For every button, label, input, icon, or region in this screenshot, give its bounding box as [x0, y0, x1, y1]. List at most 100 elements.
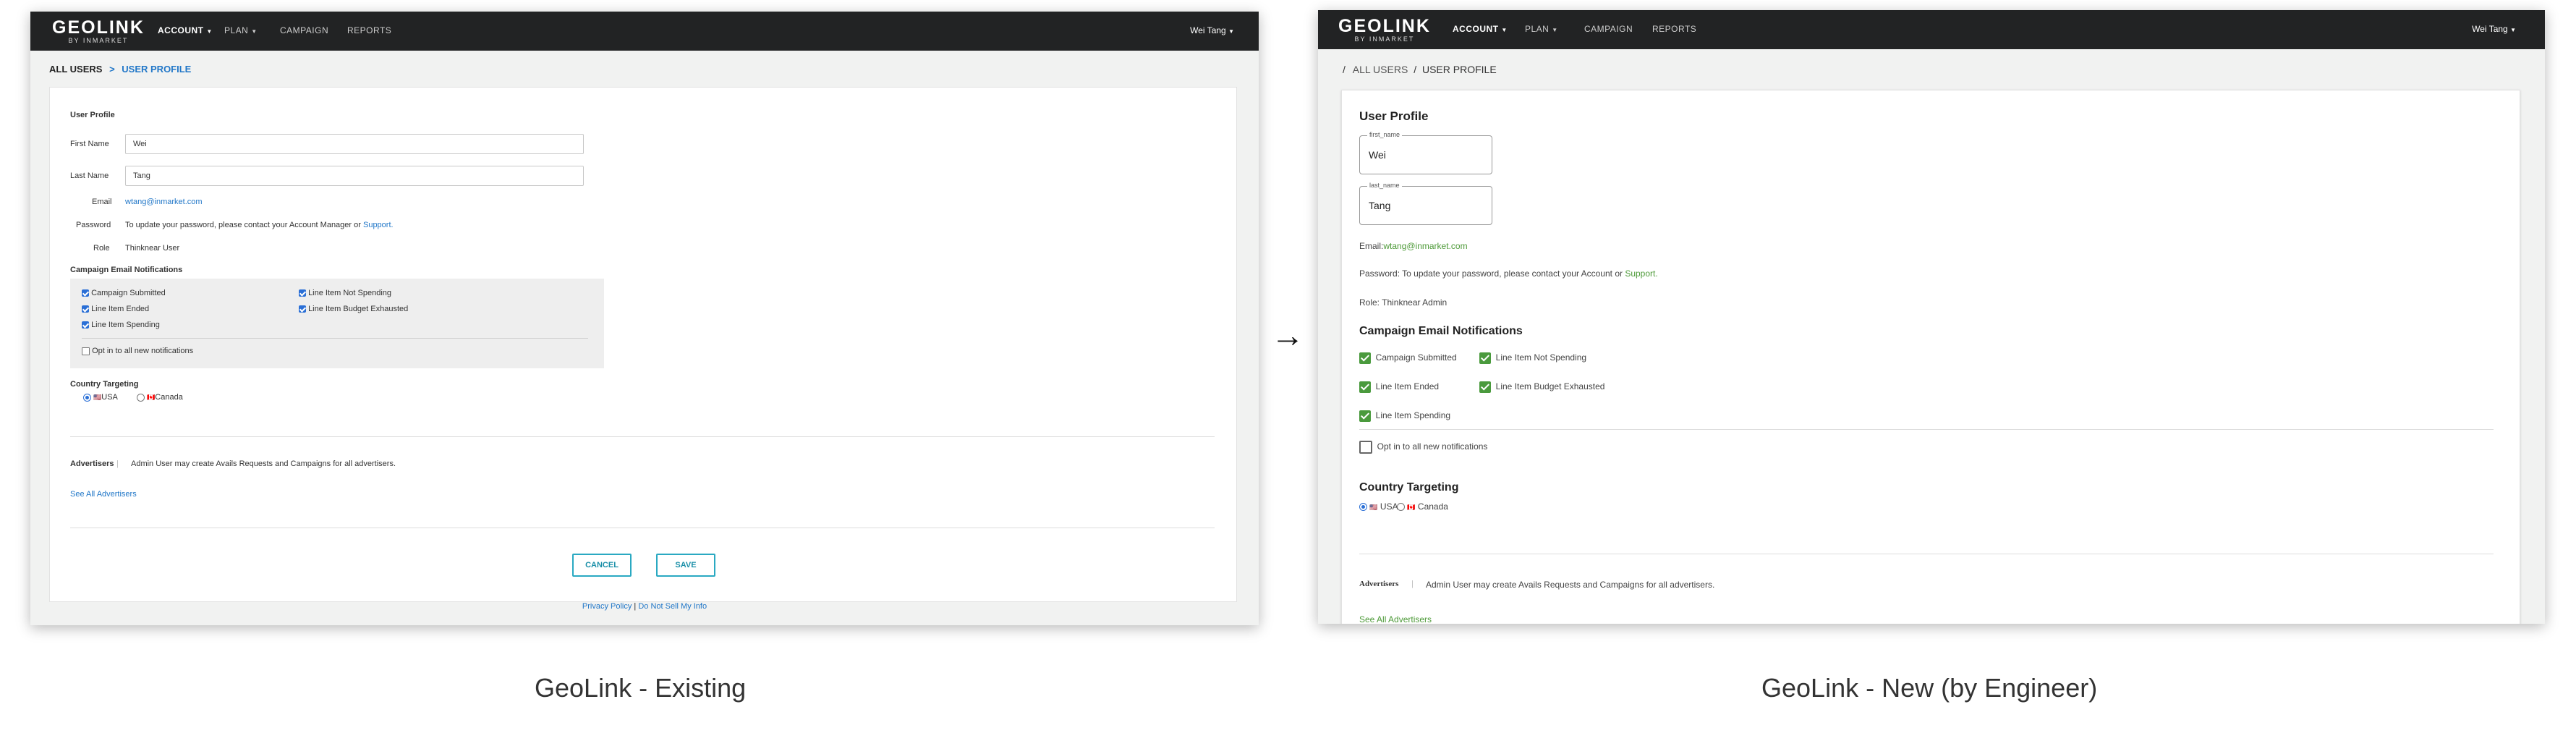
advertisers-label: Advertisers: [70, 460, 114, 468]
notif-opt-in[interactable]: Opt in to all new notifications: [82, 347, 193, 355]
password-label: Password: [76, 221, 111, 229]
nav-reports[interactable]: REPORTS: [347, 25, 391, 35]
notif-line-item-spending[interactable]: Line Item Spending: [82, 321, 160, 329]
us-flag-icon: 🇺🇸: [93, 394, 102, 401]
notif-line-item-ended[interactable]: Line Item Ended: [1359, 381, 1439, 393]
support-link[interactable]: Support.: [363, 221, 394, 229]
notif-line-item-spending[interactable]: Line Item Spending: [1359, 410, 1450, 422]
geolink-logo[interactable]: GEOLINK BY INMARKET: [52, 17, 145, 44]
email-row: Email:wtang@inmarket.com: [1359, 241, 1468, 251]
first-name-value[interactable]: Wei: [1369, 149, 1386, 161]
divider: [1359, 429, 2494, 430]
breadcrumb-separator: /: [1414, 64, 1417, 75]
country-canada-option[interactable]: 🇨🇦Canada: [137, 393, 183, 402]
existing-screenshot: GEOLINK BY INMARKET ACCOUNT ▼ PLAN ▼ CAM…: [30, 12, 1259, 625]
top-nav: GEOLINK BY INMARKET ACCOUNT ▼ PLAN ▼ CAM…: [1318, 10, 2545, 49]
last-name-value[interactable]: Tang: [1369, 200, 1390, 211]
checkbox-checked-icon[interactable]: [82, 305, 89, 313]
checkbox-checked-icon[interactable]: [1359, 410, 1371, 422]
notif-line-item-not-spending[interactable]: Line Item Not Spending: [299, 289, 391, 297]
first-name-field[interactable]: first_name Wei: [1359, 131, 1492, 174]
checkbox-checked-icon[interactable]: [1359, 381, 1371, 393]
advertisers-text: Admin User may create Avails Requests an…: [1426, 580, 1715, 590]
email-label: Email:: [1359, 241, 1384, 251]
breadcrumb-separator: /: [1343, 64, 1346, 75]
role-label: Role: [93, 244, 110, 253]
notif-line-item-budget-exhausted[interactable]: Line Item Budget Exhausted: [299, 305, 408, 313]
save-button[interactable]: SAVE: [656, 554, 715, 577]
user-menu[interactable]: Wei Tang ▼: [1190, 25, 1234, 35]
first-name-input[interactable]: Wei: [125, 134, 584, 154]
canada-flag-icon: 🇨🇦: [147, 394, 156, 401]
notif-campaign-submitted[interactable]: Campaign Submitted: [1359, 352, 1457, 364]
radio-unselected-icon[interactable]: [137, 393, 145, 402]
advertisers-text: Admin User may create Avails Requests an…: [131, 460, 396, 468]
do-not-sell-link[interactable]: Do Not Sell My Info: [638, 602, 707, 611]
nav-campaign[interactable]: CAMPAIGN: [280, 25, 328, 35]
caption-new: GeoLink - New (by Engineer): [1761, 673, 2098, 703]
country-canada-option[interactable]: 🇨🇦 Canada: [1397, 501, 1448, 512]
see-all-advertisers-link[interactable]: See All Advertisers: [1359, 614, 1432, 624]
footer: Privacy Policy | Do Not Sell My Info: [30, 602, 1259, 611]
first-name-label: first_name: [1367, 131, 1403, 138]
checkbox-checked-icon[interactable]: [299, 289, 306, 297]
nav-account[interactable]: ACCOUNT ▼: [1453, 24, 1508, 34]
notifications-title: Campaign Email Notifications: [70, 266, 183, 274]
checkbox-checked-icon[interactable]: [299, 305, 306, 313]
user-menu[interactable]: Wei Tang ▼: [2472, 24, 2516, 34]
email-value[interactable]: wtang@inmarket.com: [125, 198, 203, 206]
checkbox-unchecked-icon[interactable]: [82, 347, 90, 355]
profile-panel: User Profile first_name Wei last_name Ta…: [1341, 90, 2520, 624]
password-text: To update your password, please contact …: [125, 221, 394, 229]
canada-flag-icon: 🇨🇦: [1407, 504, 1416, 511]
advertisers-separator: |: [116, 460, 119, 468]
radio-selected-icon[interactable]: [1359, 503, 1367, 512]
advertisers-separator: |: [1411, 580, 1414, 588]
nav-reports[interactable]: REPORTS: [1652, 24, 1696, 34]
email-value[interactable]: wtang@inmarket.com: [1383, 241, 1467, 251]
breadcrumb-all-users[interactable]: ALL USERS: [49, 64, 102, 75]
caption-existing: GeoLink - Existing: [535, 673, 747, 703]
checkbox-unchecked-icon[interactable]: [1359, 441, 1372, 454]
country-usa-option[interactable]: 🇺🇸 USA: [1359, 501, 1398, 512]
see-all-advertisers-link[interactable]: See All Advertisers: [70, 490, 137, 499]
geolink-logo[interactable]: GEOLINK BY INMARKET: [1338, 16, 1431, 43]
checkbox-checked-icon[interactable]: [1479, 352, 1491, 364]
breadcrumb-separator: >: [109, 64, 115, 75]
breadcrumb: ALL USERS > USER PROFILE: [49, 64, 191, 75]
nav-plan[interactable]: PLAN ▼: [1525, 24, 1558, 34]
top-nav: GEOLINK BY INMARKET ACCOUNT ▼ PLAN ▼ CAM…: [30, 12, 1259, 51]
nav-plan[interactable]: PLAN ▼: [224, 25, 258, 35]
checkbox-checked-icon[interactable]: [1359, 352, 1371, 364]
notif-opt-in[interactable]: Opt in to all new notifications: [1359, 441, 1487, 454]
divider: [82, 338, 588, 339]
country-usa-option[interactable]: 🇺🇸USA: [83, 393, 118, 402]
checkbox-checked-icon[interactable]: [82, 321, 89, 329]
advertisers-label: Advertisers: [1359, 580, 1399, 588]
section-title: User Profile: [1359, 109, 1429, 123]
radio-selected-icon[interactable]: [83, 393, 91, 402]
divider: [70, 436, 1215, 437]
role-value: Thinknear User: [125, 244, 180, 253]
country-targeting-title: Country Targeting: [1359, 481, 1459, 494]
checkbox-checked-icon[interactable]: [82, 289, 89, 297]
last-name-label: last_name: [1367, 182, 1402, 189]
privacy-policy-link[interactable]: Privacy Policy: [582, 602, 632, 611]
country-targeting-title: Country Targeting: [70, 380, 139, 389]
notif-line-item-ended[interactable]: Line Item Ended: [82, 305, 149, 313]
notif-campaign-submitted[interactable]: Campaign Submitted: [82, 289, 166, 297]
first-name-label: First Name: [70, 140, 109, 148]
radio-unselected-icon[interactable]: [1397, 503, 1405, 512]
last-name-field[interactable]: last_name Tang: [1359, 182, 1492, 225]
breadcrumb-all-users[interactable]: ALL USERS: [1353, 64, 1408, 75]
checkbox-checked-icon[interactable]: [1479, 381, 1491, 393]
notif-line-item-budget-exhausted[interactable]: Line Item Budget Exhausted: [1479, 381, 1604, 393]
support-link[interactable]: Support.: [1625, 268, 1657, 279]
last-name-input[interactable]: Tang: [125, 166, 584, 186]
nav-campaign[interactable]: CAMPAIGN: [1584, 24, 1633, 34]
password-row: Password: To update your password, pleas…: [1359, 268, 1658, 279]
notif-line-item-not-spending[interactable]: Line Item Not Spending: [1479, 352, 1586, 364]
cancel-button[interactable]: CANCEL: [572, 554, 632, 577]
nav-account[interactable]: ACCOUNT ▼: [158, 25, 213, 35]
logo-text: GEOLINK: [1338, 16, 1431, 36]
